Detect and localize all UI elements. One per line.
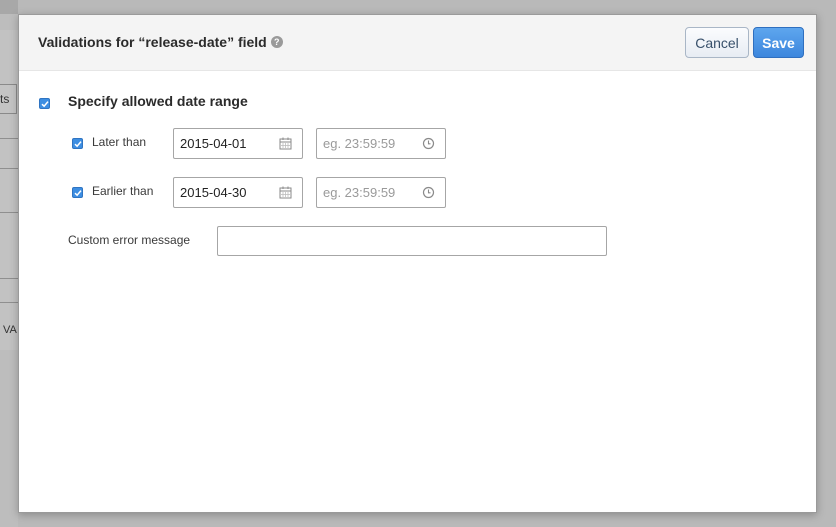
background-divider <box>0 138 18 139</box>
later-than-time-input[interactable]: eg. 23:59:59 <box>316 128 446 159</box>
save-button[interactable]: Save <box>753 27 804 58</box>
calendar-icon[interactable] <box>279 186 292 199</box>
background-column-text: VA <box>3 324 17 336</box>
earlier-than-time-input[interactable]: eg. 23:59:59 <box>316 177 446 208</box>
specify-range-label: Specify allowed date range <box>68 93 248 109</box>
background-divider <box>0 278 18 279</box>
modal-title-text: Validations for “release-date” field <box>38 34 267 50</box>
later-than-checkbox[interactable] <box>72 138 83 149</box>
checkmark-icon <box>73 189 82 196</box>
custom-error-input[interactable] <box>217 226 607 256</box>
background-divider <box>0 212 18 213</box>
later-than-time-placeholder: eg. 23:59:59 <box>323 136 396 151</box>
later-than-label: Later than <box>92 135 147 149</box>
cancel-button[interactable]: Cancel <box>685 27 749 58</box>
clock-icon <box>422 137 435 150</box>
later-than-date-value: 2015-04-01 <box>180 136 247 151</box>
custom-error-label: Custom error message <box>68 233 191 247</box>
background-tab-text: ts <box>0 92 10 106</box>
calendar-icon[interactable] <box>279 137 292 150</box>
background-divider <box>0 168 18 169</box>
checkmark-icon <box>73 140 82 147</box>
later-than-date-input[interactable]: 2015-04-01 <box>173 128 303 159</box>
background-topbar <box>0 0 18 14</box>
specify-range-checkbox[interactable] <box>39 98 50 109</box>
earlier-than-time-placeholder: eg. 23:59:59 <box>323 185 396 200</box>
earlier-than-date-value: 2015-04-30 <box>180 185 247 200</box>
earlier-than-date-input[interactable]: 2015-04-30 <box>173 177 303 208</box>
earlier-than-label: Earlier than <box>92 184 154 198</box>
modal-title: Validations for “release-date” field ? <box>38 34 283 50</box>
earlier-than-checkbox[interactable] <box>72 187 83 198</box>
question-circle-icon[interactable]: ? <box>270 36 283 48</box>
background-divider <box>0 302 18 303</box>
clock-icon <box>422 186 435 199</box>
validations-modal: Validations for “release-date” field ? C… <box>18 14 817 513</box>
checkmark-icon <box>40 100 49 107</box>
modal-header: Validations for “release-date” field ? C… <box>19 15 816 71</box>
